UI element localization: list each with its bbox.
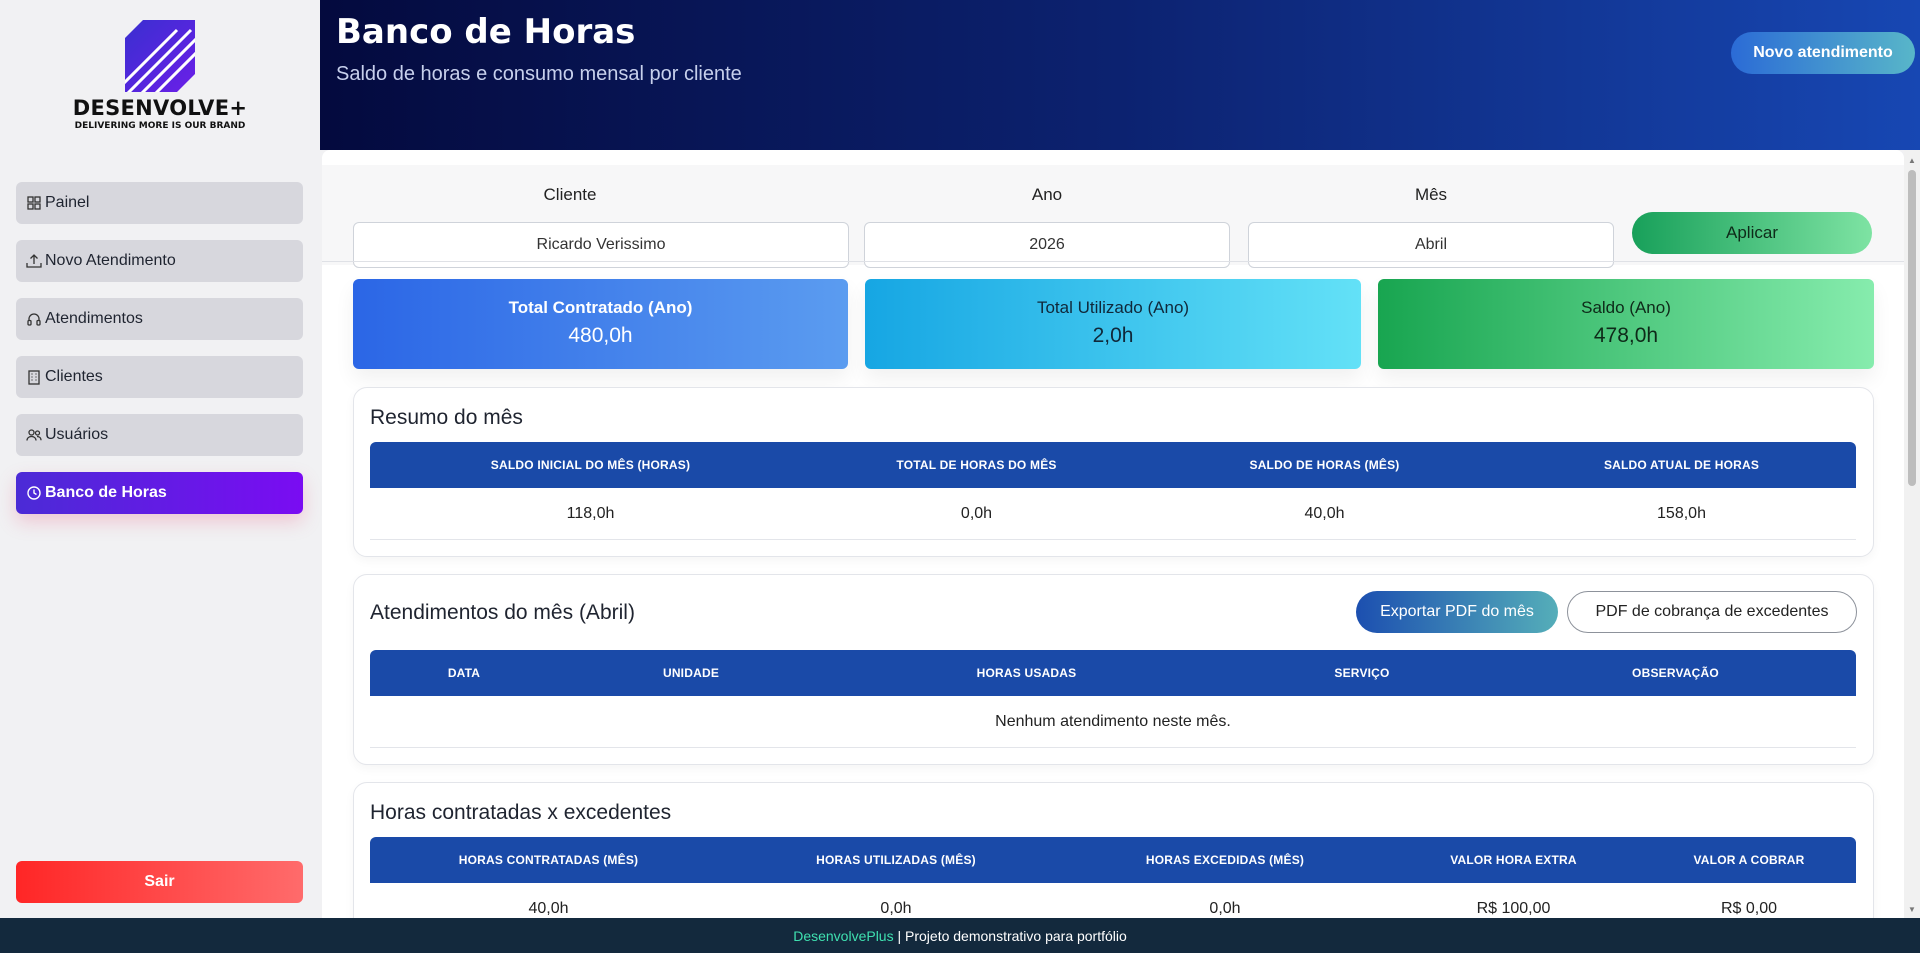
brand-logo[interactable]: DESENVOLVE+ DELIVERING MORE IS OUR BRAND <box>70 20 250 131</box>
table-cell: 158,0h <box>1657 505 1706 522</box>
sidebar: DESENVOLVE+ DELIVERING MORE IS OUR BRAND… <box>0 0 320 918</box>
page-title: Banco de Horas <box>336 12 636 52</box>
scroll-up-arrow-icon[interactable]: ▲ <box>1908 156 1916 165</box>
month-label: Mês <box>1414 185 1448 204</box>
total-contracted-card: Total Contratado (Ano) 480,0h <box>353 279 848 369</box>
column-header: SALDO DE HORAS (MÊS) <box>1249 458 1400 472</box>
sidebar-item-banco-de-horas[interactable]: Banco de Horas <box>16 472 303 514</box>
table-cell: R$ 0,00 <box>1720 900 1778 917</box>
table-cell: 0,0h <box>960 505 993 522</box>
table-header: HORAS CONTRATADAS (MÊS) HORAS UTILIZADAS… <box>370 837 1856 883</box>
year-label: Ano <box>1031 185 1063 204</box>
total-used-card: Total Utilizado (Ano) 2,0h <box>865 279 1361 369</box>
month-attendances-section: Atendimentos do mês (Abril) Exportar PDF… <box>353 574 1874 765</box>
column-header: SERVIÇO <box>1334 666 1390 680</box>
sidebar-item-label: Painel <box>45 194 90 211</box>
balance-card: Saldo (Ano) 478,0h <box>1378 279 1874 369</box>
card-label: Total Utilizado (Ano) <box>1036 298 1190 317</box>
excess-billing-pdf-button[interactable]: PDF de cobrança de excedentes <box>1567 591 1857 633</box>
sidebar-item-label: Atendimentos <box>45 310 143 327</box>
sidebar-nav: Painel Novo Atendimento Atendimentos Cli… <box>16 182 303 530</box>
column-header: UNIDADE <box>662 666 720 680</box>
scrollbar-thumb[interactable] <box>1908 170 1916 486</box>
column-header: HORAS USADAS <box>976 666 1077 680</box>
sidebar-item-clientes[interactable]: Clientes <box>16 356 303 398</box>
column-header: DATA <box>447 666 481 680</box>
card-value: 478,0h <box>1593 324 1659 347</box>
divider <box>322 261 1904 262</box>
card-label: Saldo (Ano) <box>1581 298 1671 317</box>
logo-mark-icon <box>125 20 195 92</box>
column-header: SALDO ATUAL DE HORAS <box>1603 458 1760 472</box>
empty-row: Nenhum atendimento neste mês. <box>370 696 1856 748</box>
table-cell: 118,0h <box>566 505 615 522</box>
logout-button[interactable]: Sair <box>16 861 303 903</box>
brand-name: DESENVOLVE+ <box>72 96 248 120</box>
column-header: HORAS CONTRATADAS (MÊS) <box>458 853 639 867</box>
table-cell: 40,0h <box>528 900 569 917</box>
apply-button[interactable]: Aplicar <box>1632 212 1872 254</box>
table-cell: R$ 100,00 <box>1476 900 1551 917</box>
section-title: Atendimentos do mês (Abril) <box>370 601 635 624</box>
page-header: Banco de Horas Saldo de horas e consumo … <box>320 0 1920 150</box>
month-summary-section: Resumo do mês SALDO INICIAL DO MÊS (HORA… <box>353 387 1874 557</box>
footer: DesenvolvePlus | Projeto demonstrativo p… <box>0 918 1920 953</box>
brand-tagline: DELIVERING MORE IS OUR BRAND <box>74 121 246 131</box>
sidebar-item-usuarios[interactable]: Usuários <box>16 414 303 456</box>
grid-icon <box>25 194 43 212</box>
scroll-down-arrow-icon[interactable]: ▼ <box>1908 905 1916 914</box>
table-cell: 0,0h <box>1209 900 1241 917</box>
users-icon <box>25 426 43 444</box>
column-header: HORAS UTILIZADAS (MÊS) <box>816 853 976 867</box>
building-icon <box>25 368 43 386</box>
page-subtitle: Saldo de horas e consumo mensal por clie… <box>336 63 742 85</box>
table-row: 118,0h 0,0h 40,0h 158,0h <box>370 488 1856 540</box>
upload-icon <box>25 252 43 270</box>
headphones-icon <box>25 310 43 328</box>
scrollbar[interactable]: ▲ ▼ <box>1904 150 1920 918</box>
table-cell: 40,0h <box>1304 505 1345 522</box>
sidebar-item-label: Clientes <box>45 368 103 385</box>
main-content: Cliente Ano Mês Ricardo Verissimo 2026 A… <box>322 150 1904 918</box>
contracted-hours-section: Horas contratadas x excedentes HORAS CON… <box>353 782 1874 918</box>
sidebar-item-novo-atendimento[interactable]: Novo Atendimento <box>16 240 303 282</box>
footer-text: | Projeto demonstrativo para portfólio <box>893 927 1127 944</box>
new-attendance-button[interactable]: Novo atendimento <box>1731 32 1915 74</box>
sidebar-item-atendimentos[interactable]: Atendimentos <box>16 298 303 340</box>
empty-message: Nenhum atendimento neste mês. <box>995 713 1231 730</box>
sidebar-item-label: Usuários <box>45 426 109 443</box>
table-header: DATA UNIDADE HORAS USADAS SERVIÇO OBSERV… <box>370 650 1856 696</box>
table-row: 40,0h 0,0h 0,0h R$ 100,00 R$ 0,00 <box>370 883 1856 918</box>
column-header: HORAS EXCEDIDAS (MÊS) <box>1145 853 1305 867</box>
card-value: 480,0h <box>568 324 633 347</box>
card-value: 2,0h <box>1092 324 1134 347</box>
client-label: Cliente <box>543 185 597 204</box>
column-header: SALDO INICIAL DO MÊS (HORAS) <box>490 458 691 472</box>
column-header: VALOR A COBRAR <box>1693 853 1805 867</box>
table-header: SALDO INICIAL DO MÊS (HORAS) TOTAL DE HO… <box>370 442 1856 488</box>
clock-icon <box>25 484 43 502</box>
column-header: TOTAL DE HORAS DO MÊS <box>896 458 1057 472</box>
section-title: Horas contratadas x excedentes <box>370 801 672 824</box>
card-label: Total Contratado (Ano) <box>508 298 693 317</box>
section-title: Resumo do mês <box>370 406 523 429</box>
column-header: VALOR HORA EXTRA <box>1450 853 1577 867</box>
sidebar-item-painel[interactable]: Painel <box>16 182 303 224</box>
footer-brand: DesenvolvePlus <box>793 927 894 944</box>
column-header: OBSERVAÇÃO <box>1632 666 1719 680</box>
sidebar-item-label: Novo Atendimento <box>45 252 176 269</box>
table-cell: 0,0h <box>880 900 912 917</box>
export-pdf-button[interactable]: Exportar PDF do mês <box>1356 591 1558 633</box>
sidebar-item-label: Banco de Horas <box>45 484 167 501</box>
